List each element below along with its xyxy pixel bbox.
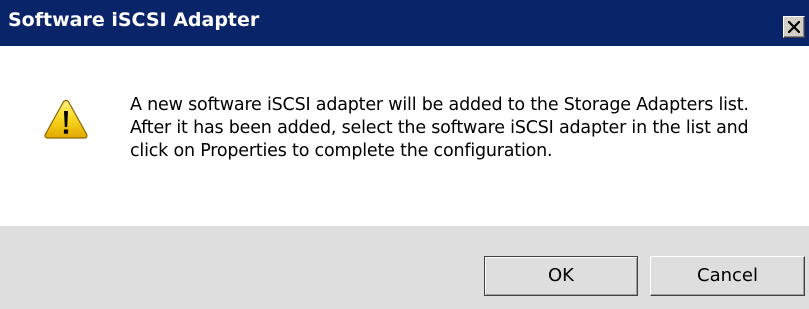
ok-button[interactable]: OK bbox=[484, 256, 638, 296]
close-button[interactable] bbox=[783, 16, 805, 38]
close-icon bbox=[788, 21, 800, 33]
cancel-button[interactable]: Cancel bbox=[650, 256, 805, 296]
button-bar: OK Cancel bbox=[0, 226, 809, 309]
warning-icon bbox=[44, 99, 88, 139]
dialog-window: Software iSCSI Adapter A new software iS… bbox=[0, 0, 809, 309]
title-bar[interactable]: Software iSCSI Adapter bbox=[0, 0, 809, 46]
dialog-message: A new software iSCSI adapter will be add… bbox=[130, 95, 749, 161]
window-title: Software iSCSI Adapter bbox=[8, 9, 260, 31]
dialog-body: A new software iSCSI adapter will be add… bbox=[0, 46, 809, 226]
